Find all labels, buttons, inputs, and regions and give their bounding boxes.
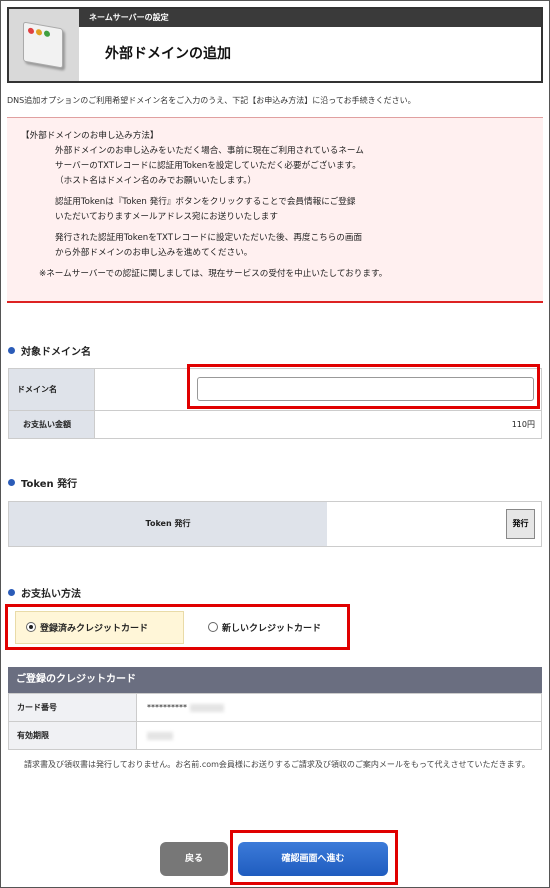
page-header: ネームサーバーの設定 外部ドメインの追加	[7, 7, 543, 83]
payment-amount-value: 110円	[94, 410, 542, 439]
card-number-label: カード番号	[8, 693, 137, 722]
notice-text: サーバーのTXTレコードに認証用Tokenを設定していただく必要がございます。	[55, 161, 361, 171]
domain-label: ドメイン名	[8, 368, 95, 411]
bullet-icon	[8, 589, 15, 596]
card-number-value: **********	[147, 703, 187, 712]
token-row: Token 発行 発行	[8, 501, 542, 547]
masked-value	[189, 703, 224, 712]
page-title: 外部ドメインの追加	[105, 46, 231, 62]
highlight-payment-method	[5, 604, 350, 650]
card-table: カード番号 ********** 有効期限	[8, 693, 542, 750]
issue-token-button[interactable]: 発行	[506, 509, 535, 539]
footnote: 請求書及び領収書は発行しておりません。お名前.com会員様にお送りするご請求及び…	[24, 760, 530, 769]
bullet-icon	[8, 347, 15, 354]
notice-heading: 【外部ドメインのお申し込み方法】	[21, 131, 159, 141]
section-title-token: Token 発行	[8, 475, 77, 490]
notice-text: から外部ドメインのお申し込みを進めてください。	[55, 248, 253, 258]
notice-text: いただいておりますメールアドレス宛にお送りいたします	[55, 212, 278, 222]
header-category: ネームサーバーの設定	[79, 9, 541, 27]
section-title-domain: 対象ドメイン名	[8, 343, 91, 358]
bullet-icon	[8, 479, 15, 486]
back-button[interactable]: 戻る	[160, 842, 228, 876]
card-number-cell: **********	[136, 693, 542, 722]
notice-text: ※ネームサーバーでの認証に関しましては、現在サービスの受付を中止いたしております…	[39, 269, 388, 279]
card-expiry-cell	[136, 721, 542, 750]
notice-text: 発行された認証用TokenをTXTレコードに設定いただいた後、再度こちらの画面	[55, 233, 363, 243]
highlight-domain-input	[187, 364, 540, 409]
intro-text: DNS追加オプションのご利用希望ドメイン名をご入力のうえ、下記【お申込み方法】に…	[7, 96, 416, 105]
section-title-payment: お支払い方法	[8, 585, 81, 600]
card-expiry-label: 有効期限	[8, 721, 137, 750]
notice-box: 【外部ドメインのお申し込み方法】 外部ドメインのお申し込みをいただく場合、事前に…	[7, 117, 543, 303]
window-icon	[9, 9, 79, 81]
card-section-title: ご登録のクレジットカード	[8, 667, 542, 693]
payment-amount-label: お支払い金額	[8, 410, 95, 439]
notice-text: 認証用Tokenは『Token 発行』ボタンをクリックすることで会員情報にご登録	[55, 197, 356, 207]
masked-value	[147, 731, 173, 740]
token-label: Token 発行	[9, 502, 327, 546]
notice-text: 外部ドメインのお申し込みをいただく場合、事前に現在ご利用されているネーム	[55, 146, 364, 156]
highlight-proceed-button	[230, 830, 398, 885]
notice-text: （ホスト名はドメイン名のみでお願いいたします。）	[55, 176, 257, 186]
